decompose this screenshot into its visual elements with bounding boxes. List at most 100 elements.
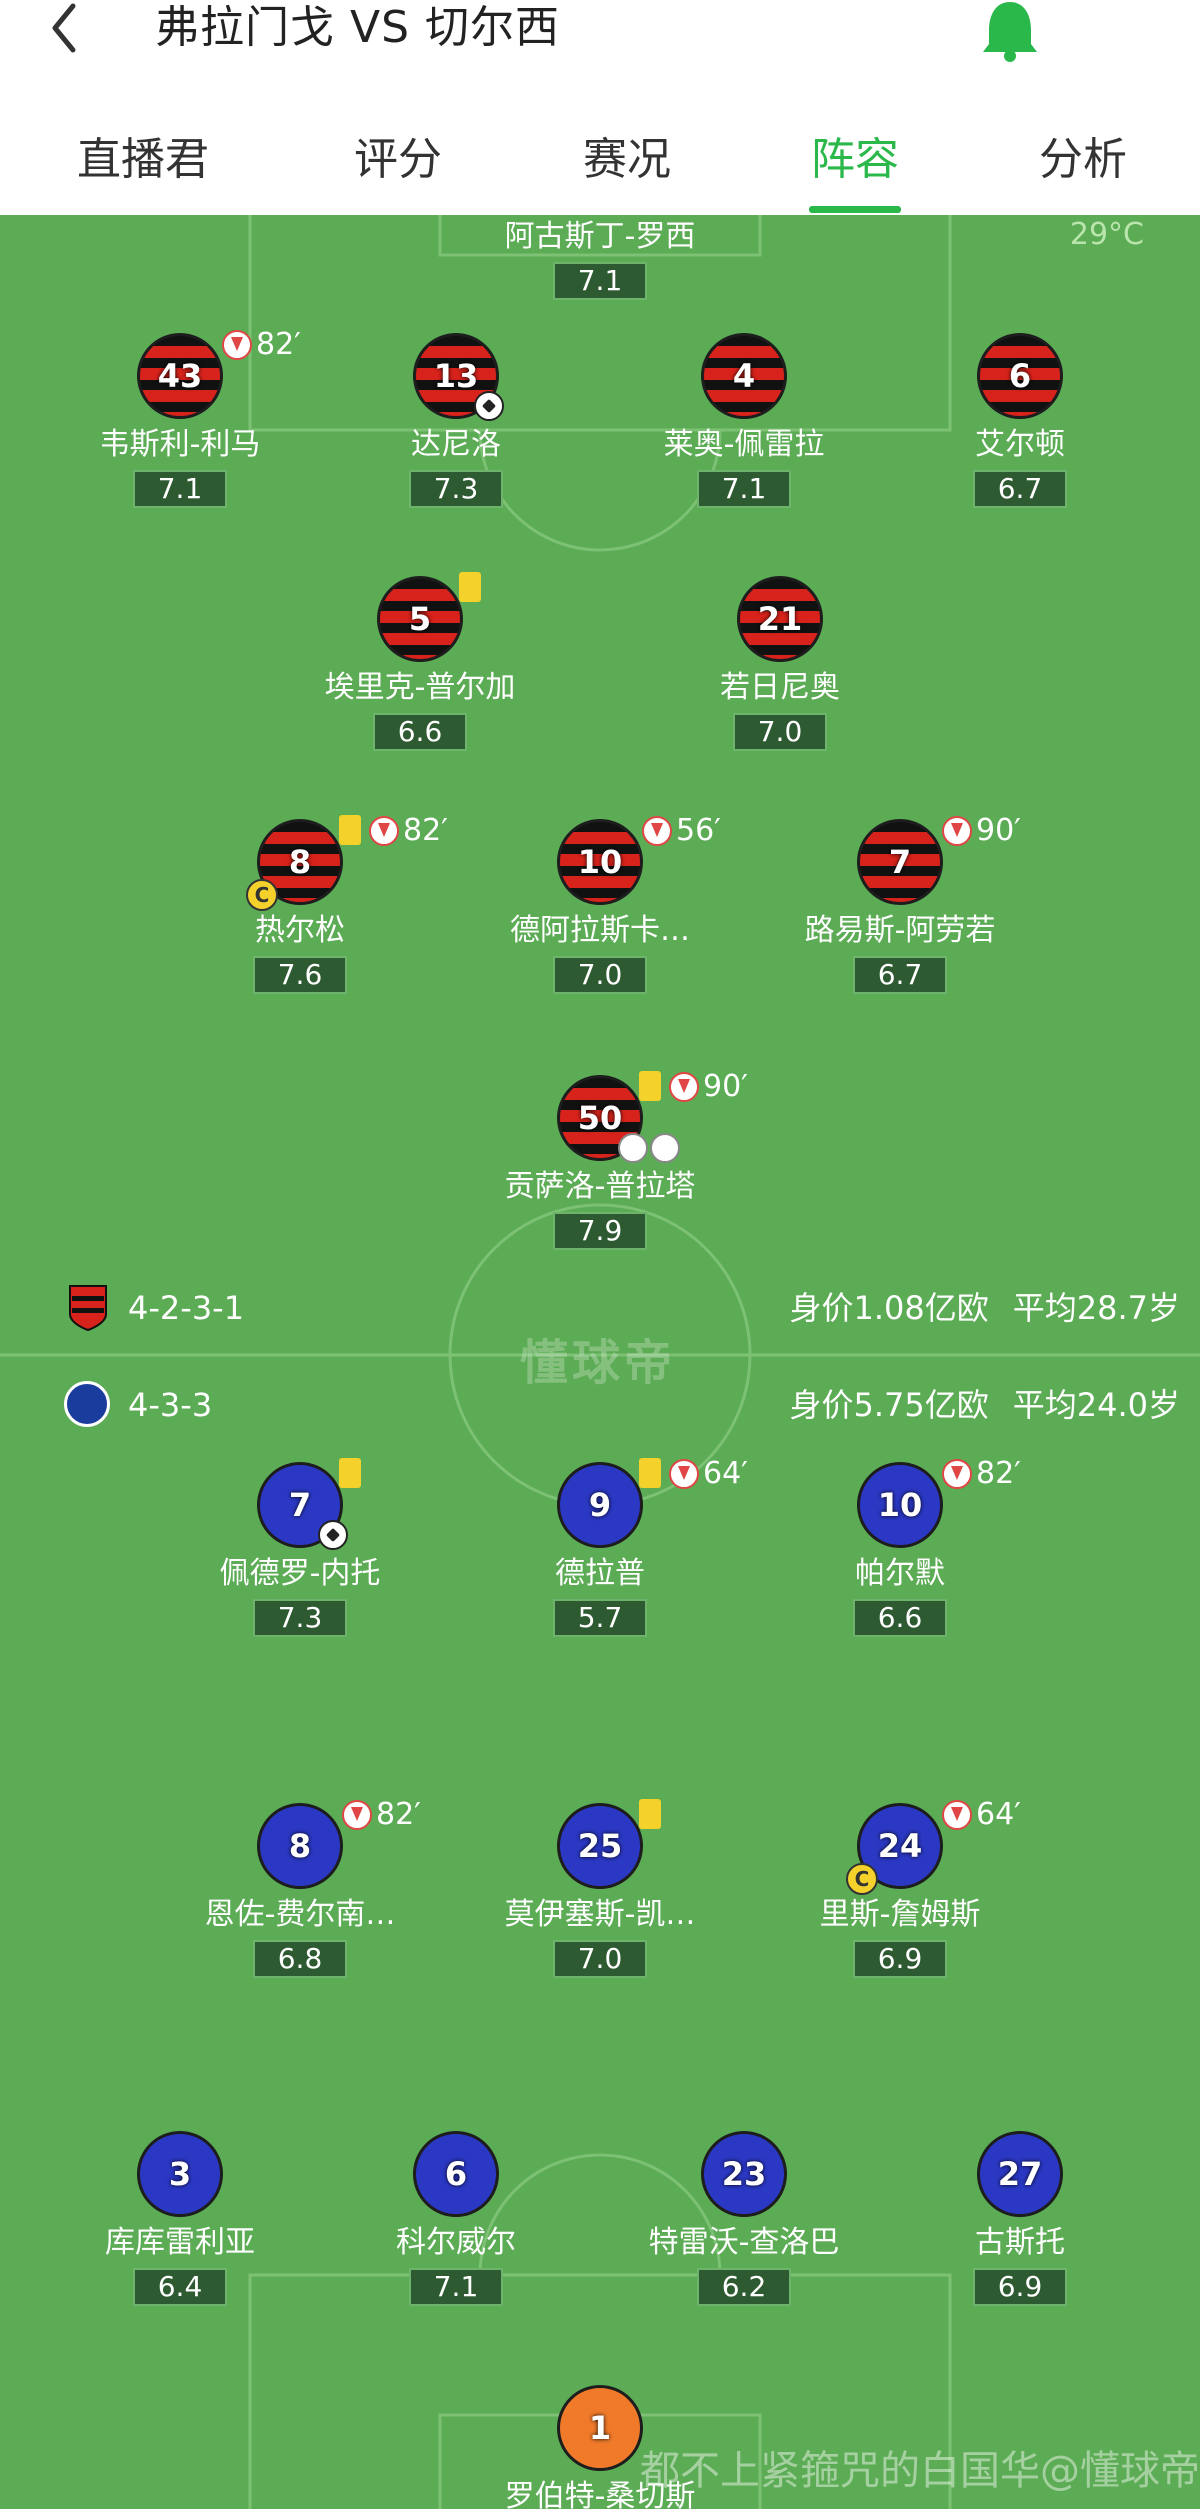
sub-off-icon bbox=[342, 1800, 372, 1830]
home-average-age: 平均28.7岁 bbox=[1012, 1289, 1180, 1327]
player-name: 德拉普 bbox=[555, 1556, 645, 1591]
player-rating: 7.1 bbox=[697, 470, 791, 508]
player-rating: 7.0 bbox=[553, 1940, 647, 1978]
jersey-icon: 27 bbox=[977, 2131, 1063, 2217]
away-player-27[interactable]: 27 古斯托 6.9 bbox=[900, 2131, 1140, 2331]
home-formation: 4-2-3-1 bbox=[128, 1289, 245, 1327]
sub-off-icon bbox=[222, 330, 252, 360]
home-player-8[interactable]: 8 82′ C 热尔松 7.6 bbox=[180, 813, 448, 1019]
player-name: 韦斯利-利马 bbox=[99, 427, 261, 462]
home-market-value: 身价1.08亿欧 bbox=[789, 1289, 989, 1327]
sub-time: 90′ bbox=[703, 1069, 748, 1104]
home-player-6[interactable]: 6 艾尔顿 6.7 bbox=[900, 333, 1140, 533]
home-team-info: 身价1.08亿欧 平均28.7岁 bbox=[789, 1278, 1180, 1338]
sub-time: 90′ bbox=[976, 813, 1021, 848]
tab-analysis[interactable]: 分析 bbox=[983, 118, 1183, 215]
back-arrow-icon[interactable] bbox=[45, 0, 95, 60]
sub-off-icon bbox=[369, 816, 399, 846]
yellow-card-icon bbox=[639, 1071, 661, 1101]
away-player-23[interactable]: 23 特雷沃-查洛巴 6.2 bbox=[624, 2131, 864, 2331]
jersey-icon: 5 bbox=[377, 576, 463, 662]
away-player-7[interactable]: 7 佩德罗-内托 7.3 bbox=[180, 1458, 420, 1662]
player-rating: 7.6 bbox=[253, 956, 347, 994]
player-name: 若日尼奥 bbox=[720, 670, 840, 705]
tab-live[interactable]: 直播君 bbox=[43, 118, 243, 215]
away-player-10[interactable]: 10 82′ 帕尔默 6.6 bbox=[780, 1456, 1021, 1662]
player-rating: 7.9 bbox=[553, 1212, 647, 1250]
bell-icon[interactable] bbox=[975, 0, 1045, 62]
home-player-4[interactable]: 4 莱奥-佩雷拉 7.1 bbox=[624, 333, 864, 533]
player-rating: 5.7 bbox=[553, 1599, 647, 1637]
jersey-icon: 6 bbox=[413, 2131, 499, 2217]
away-player-9[interactable]: 9 64′ 德拉普 5.7 bbox=[480, 1456, 748, 1662]
away-player-6[interactable]: 6 科尔威尔 7.1 bbox=[336, 2131, 576, 2331]
sub-off-icon bbox=[669, 1459, 699, 1489]
jersey-icon: 6 bbox=[977, 333, 1063, 419]
yellow-card-icon bbox=[339, 815, 361, 845]
jersey-icon: 10 bbox=[557, 819, 643, 905]
player-rating: 6.9 bbox=[973, 2268, 1067, 2306]
away-player-8[interactable]: 8 82′ 恩佐-费尔南… 6.8 bbox=[180, 1797, 421, 2003]
home-player-7[interactable]: 7 90′ 路易斯-阿劳若 6.7 bbox=[780, 813, 1021, 1019]
home-player-13[interactable]: 13 达尼洛 7.3 bbox=[336, 333, 576, 533]
goal-ball-icon bbox=[318, 1520, 348, 1550]
sub-time: 64′ bbox=[703, 1456, 748, 1491]
jersey-icon: 21 bbox=[737, 576, 823, 662]
player-name: 帕尔默 bbox=[855, 1556, 945, 1591]
tab-match-events[interactable]: 赛况 bbox=[527, 118, 727, 215]
assist-boot-icon bbox=[650, 1133, 680, 1163]
away-player-3[interactable]: 3 库库雷利亚 6.4 bbox=[60, 2131, 300, 2331]
top-bar: 弗拉门戈 VS 切尔西 直播君 评分 赛况 阵容 分析 bbox=[0, 0, 1200, 215]
away-player-25[interactable]: 25 莫伊塞斯-凯… 7.0 bbox=[480, 1799, 720, 2003]
sub-off-icon bbox=[942, 1459, 972, 1489]
player-rating: 6.7 bbox=[853, 956, 947, 994]
yellow-card-icon bbox=[639, 1458, 661, 1488]
assist-boot-icon bbox=[618, 1133, 648, 1163]
player-name: 莱奥-佩雷拉 bbox=[663, 427, 825, 462]
player-rating: 6.4 bbox=[133, 2268, 227, 2306]
jersey-icon: 4 bbox=[701, 333, 787, 419]
player-rating: 7.1 bbox=[133, 470, 227, 508]
player-name: 艾尔顿 bbox=[975, 427, 1065, 462]
player-rating: 7.3 bbox=[253, 1599, 347, 1637]
tab-lineup[interactable]: 阵容 bbox=[755, 118, 955, 215]
jersey-icon: 3 bbox=[137, 2131, 223, 2217]
temperature-label: 29°C bbox=[1069, 217, 1144, 252]
jersey-icon: 25 bbox=[557, 1803, 643, 1889]
goal-ball-icon bbox=[474, 391, 504, 421]
home-player-10[interactable]: 10 56′ 德阿拉斯卡… 7.0 bbox=[480, 813, 721, 1019]
captain-badge-icon: C bbox=[246, 879, 278, 911]
active-tab-indicator bbox=[809, 206, 901, 213]
yellow-card-icon bbox=[639, 1799, 661, 1829]
player-name: 莫伊塞斯-凯… bbox=[504, 1897, 696, 1932]
jersey-icon: 8 bbox=[257, 1803, 343, 1889]
player-rating: 6.9 bbox=[853, 1940, 947, 1978]
home-player-1[interactable]: 阿古斯丁-罗西 7.1 bbox=[480, 215, 720, 325]
player-name: 恩佐-费尔南… bbox=[204, 1897, 396, 1932]
player-name: 热尔松 bbox=[255, 913, 345, 948]
sub-time: 82′ bbox=[403, 813, 448, 848]
away-market-value: 身价5.75亿欧 bbox=[789, 1386, 989, 1424]
lineup-pitch: 29°C 懂球帝 阿古斯丁-罗西 7.1 43 82′ 韦斯利-利马 7.1 1… bbox=[0, 215, 1200, 2509]
home-player-21[interactable]: 21 若日尼奥 7.0 bbox=[660, 576, 900, 776]
sub-time: 82′ bbox=[256, 327, 301, 362]
home-player-43[interactable]: 43 82′ 韦斯利-利马 7.1 bbox=[60, 327, 301, 533]
away-player-24[interactable]: 24 64′ C 里斯-詹姆斯 6.9 bbox=[780, 1797, 1021, 2003]
player-rating: 6.6 bbox=[853, 1599, 947, 1637]
player-rating: 7.3 bbox=[409, 470, 503, 508]
home-formation-row: 4-2-3-1 身价1.08亿欧 平均28.7岁 bbox=[0, 1278, 1200, 1338]
tab-ratings[interactable]: 评分 bbox=[298, 118, 498, 215]
player-rating: 6.6 bbox=[373, 713, 467, 751]
home-player-5[interactable]: 5 埃里克-普尔加 6.6 bbox=[300, 572, 540, 776]
player-name: 贡萨洛-普拉塔 bbox=[504, 1169, 696, 1204]
tab-bar: 直播君 评分 赛况 阵容 分析 bbox=[0, 118, 1200, 215]
yellow-card-icon bbox=[459, 572, 481, 602]
jersey-icon: 9 bbox=[557, 1462, 643, 1548]
sub-time: 64′ bbox=[976, 1797, 1021, 1832]
flamengo-crest-icon bbox=[69, 1285, 107, 1332]
yellow-card-icon bbox=[339, 1458, 361, 1488]
sub-off-icon bbox=[669, 1072, 699, 1102]
home-player-50[interactable]: 50 90′ 贡萨洛-普拉塔 7.9 bbox=[480, 1069, 748, 1275]
jersey-icon: 43 bbox=[137, 333, 223, 419]
away-average-age: 平均24.0岁 bbox=[1012, 1386, 1180, 1424]
